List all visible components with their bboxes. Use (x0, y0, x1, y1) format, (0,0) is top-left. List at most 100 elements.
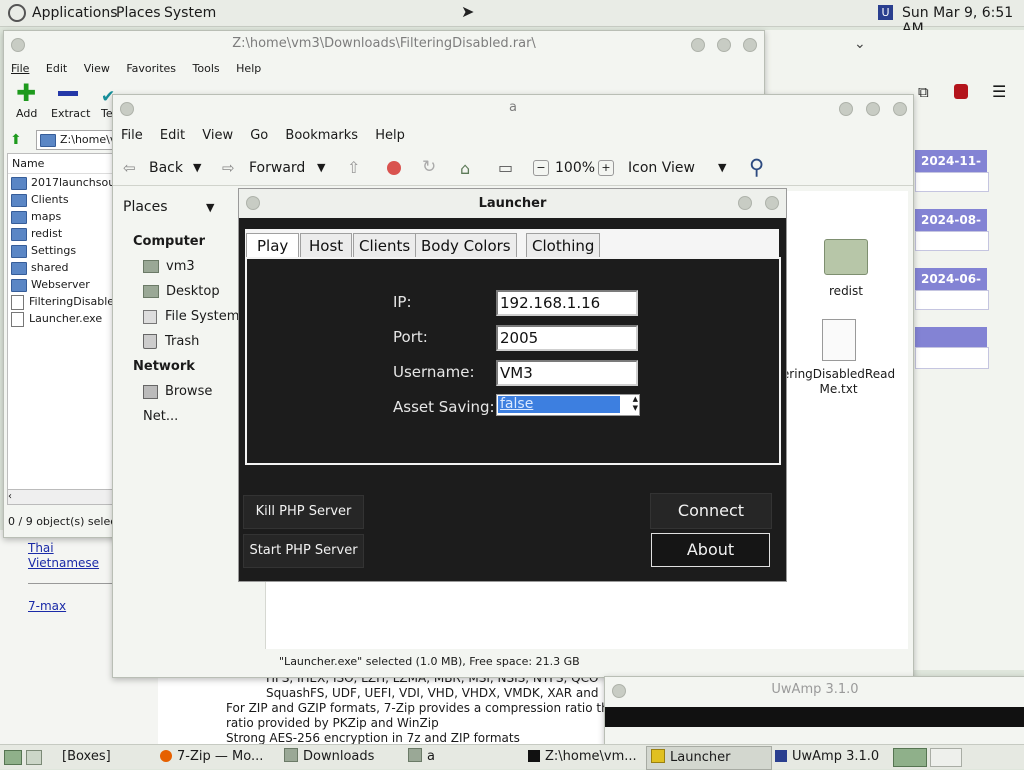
menu-edit[interactable]: Edit (46, 62, 67, 75)
link-thai[interactable]: Thai (28, 541, 54, 555)
list-item[interactable]: shared (8, 259, 113, 276)
link-7-max[interactable]: 7-max (28, 599, 66, 613)
tab-clients[interactable]: Clients (353, 233, 417, 259)
home-icon[interactable]: ⌂ (460, 159, 470, 178)
extract-icon[interactable] (58, 91, 78, 96)
stop-icon[interactable] (387, 161, 401, 175)
workspace-switcher-icon[interactable] (893, 748, 927, 767)
horizontal-scrollbar[interactable]: ‹ (7, 489, 114, 505)
maximize-icon[interactable] (717, 38, 731, 52)
list-item[interactable]: FilteringDisabledR (8, 293, 113, 310)
menu-icon[interactable]: ☰ (992, 82, 1006, 101)
close-icon[interactable] (246, 196, 260, 210)
column-header-name[interactable]: Name (8, 154, 113, 174)
extract-button[interactable]: Extract (51, 107, 90, 120)
minimize-icon[interactable] (839, 102, 853, 116)
zoom-in-icon[interactable]: + (598, 160, 614, 176)
menu-help[interactable]: Help (236, 62, 261, 75)
view-mode-dropdown-icon[interactable]: ▼ (718, 161, 726, 174)
task-downloads[interactable]: Downloads (284, 748, 374, 766)
list-item[interactable]: Webserver (8, 276, 113, 293)
applications-menu[interactable]: Applications (32, 5, 118, 21)
test-button[interactable]: Te (101, 107, 113, 120)
workspace-2-icon[interactable] (930, 748, 962, 767)
sidebar-item-desktop[interactable]: Desktop (133, 279, 251, 304)
menu-file[interactable]: File (11, 62, 29, 75)
reload-icon[interactable]: ↻ (422, 157, 436, 177)
sidebar-item-browse-network[interactable]: Browse Net... (133, 379, 251, 424)
extensions-icon[interactable]: ⧉ (918, 83, 929, 101)
system-menu[interactable]: System (164, 5, 216, 21)
list-item[interactable]: Clients (8, 191, 113, 208)
menu-view[interactable]: View (202, 128, 233, 143)
search-icon[interactable]: ⚲ (749, 155, 764, 179)
task-boxes[interactable]: [Boxes] (62, 748, 111, 766)
spinner-down-icon[interactable]: ▼ (633, 404, 638, 413)
ublock-icon[interactable] (954, 84, 968, 99)
list-item[interactable]: 2017launchsource (8, 174, 113, 191)
menu-view[interactable]: View (84, 62, 110, 75)
forward-dropdown-icon[interactable]: ▼ (317, 161, 325, 174)
tab-clothing[interactable]: Clothing (526, 233, 601, 259)
filemanager-titlebar[interactable]: a (113, 95, 913, 121)
tab-host[interactable]: Host (300, 233, 353, 259)
add-button[interactable]: Add (16, 107, 37, 120)
back-arrow-icon[interactable]: ⇦ (123, 159, 136, 177)
ip-field[interactable]: 192.168.1.16 (496, 290, 638, 316)
desktop-switcher-icon[interactable] (26, 750, 42, 765)
menu-go[interactable]: Go (250, 128, 268, 143)
task-firefox[interactable]: 7-Zip — Mo... (160, 748, 263, 766)
view-mode-select[interactable]: Icon View (628, 160, 695, 176)
start-php-server-button[interactable]: Start PHP Server (243, 534, 364, 568)
list-item[interactable]: Settings (8, 242, 113, 259)
close-icon[interactable] (743, 38, 757, 52)
launcher-titlebar[interactable]: Launcher (239, 189, 786, 218)
folder-item-redist[interactable]: redist (796, 239, 896, 298)
task-a[interactable]: a (408, 748, 435, 766)
maximize-icon[interactable] (866, 102, 880, 116)
task-launcher[interactable]: Launcher (646, 746, 772, 770)
menu-tools[interactable]: Tools (193, 62, 220, 75)
link-vietnamese[interactable]: Vietnamese (28, 556, 99, 570)
back-dropdown-icon[interactable]: ▼ (193, 161, 201, 174)
close-icon[interactable] (765, 196, 779, 210)
sidebar-item-file-system[interactable]: File System (133, 304, 251, 329)
sevenzip-titlebar[interactable]: Z:\home\vm3\Downloads\FilteringDisabled.… (4, 31, 764, 57)
minimize-icon[interactable] (691, 38, 705, 52)
places-menu[interactable]: Places (116, 5, 161, 21)
sidebar-item-vm3[interactable]: vm3 (133, 254, 251, 279)
close-icon[interactable] (612, 684, 626, 698)
task-uwamp[interactable]: UwAmp 3.1.0 (775, 748, 879, 766)
asset-saving-spinner[interactable]: false ▲ ▼ (496, 394, 640, 416)
list-item[interactable]: redist (8, 225, 113, 242)
back-button[interactable]: Back (149, 160, 183, 176)
show-desktop-icon[interactable] (4, 750, 22, 765)
gnome-foot-icon[interactable] (8, 4, 26, 22)
close-icon[interactable] (893, 102, 907, 116)
spinner-up-icon[interactable]: ▲ (633, 395, 638, 404)
uwamp-titlebar[interactable]: UwAmp 3.1.0 (605, 677, 1024, 703)
forward-arrow-icon[interactable]: ⇨ (222, 159, 235, 177)
up-arrow-icon[interactable]: ⇧ (347, 158, 360, 177)
connect-button[interactable]: Connect (650, 493, 772, 529)
task-7zip[interactable]: Z:\home\vm... (528, 748, 637, 766)
chevron-down-icon[interactable]: ⌄ (854, 36, 866, 52)
close-icon[interactable] (120, 102, 134, 116)
file-item-readme[interactable]: eringDisabledRead Me.txt (771, 319, 906, 397)
list-item[interactable]: Launcher.exe (8, 310, 113, 327)
up-arrow-icon[interactable]: ⬆ (10, 132, 22, 148)
menu-file[interactable]: File (121, 128, 143, 143)
add-icon[interactable]: ✚ (16, 81, 36, 105)
menu-help[interactable]: Help (375, 128, 405, 143)
computer-icon[interactable]: ▭ (498, 158, 513, 177)
maximize-icon[interactable] (738, 196, 752, 210)
tab-body-colors[interactable]: Body Colors (415, 233, 517, 259)
about-button[interactable]: About (651, 533, 770, 567)
kill-php-server-button[interactable]: Kill PHP Server (243, 495, 364, 529)
menu-bookmarks[interactable]: Bookmarks (285, 128, 358, 143)
close-icon[interactable] (11, 38, 25, 52)
tab-play[interactable]: Play (246, 233, 300, 259)
username-field[interactable]: VM3 (496, 360, 638, 386)
port-field[interactable]: 2005 (496, 325, 638, 351)
menu-favorites[interactable]: Favorites (126, 62, 176, 75)
